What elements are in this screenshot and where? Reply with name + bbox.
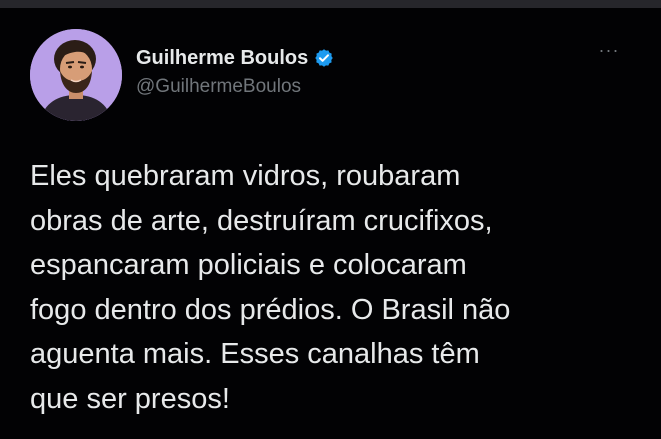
author-handle[interactable]: @GuilhermeBoulos xyxy=(136,76,334,98)
more-horizontal-icon: ··· xyxy=(598,39,620,60)
author-name-row: Guilherme Boulos xyxy=(136,44,334,72)
author-display-name[interactable]: Guilherme Boulos xyxy=(136,47,308,70)
verified-badge-icon xyxy=(315,49,333,67)
avatar-portrait-icon xyxy=(30,29,122,121)
tweet-text: Eles quebraram vidros, roubaram obras de… xyxy=(30,160,511,415)
avatar[interactable] xyxy=(30,29,122,121)
window-top-edge xyxy=(0,0,661,8)
more-options-button[interactable]: ··· xyxy=(593,40,625,60)
tweet-author: Guilherme Boulos @GuilhermeBoulos xyxy=(136,44,334,98)
